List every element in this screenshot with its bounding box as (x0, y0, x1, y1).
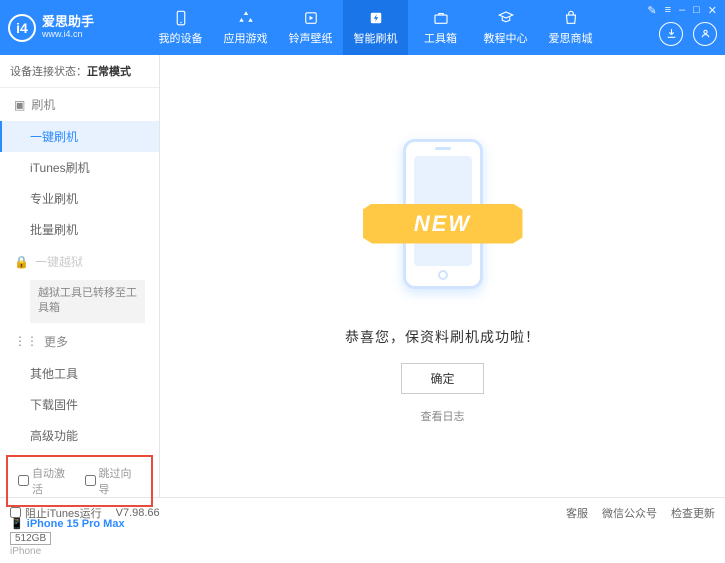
tab-ringtone[interactable]: 铃声壁纸 (278, 0, 343, 55)
app-header: i4 爱思助手 www.i4.cn 我的设备 应用游戏 铃声壁纸 智能刷机 工具… (0, 0, 725, 55)
skip-guide-checkbox[interactable]: 跳过向导 (85, 465, 142, 497)
logo-subtitle: www.i4.cn (42, 30, 94, 40)
sidebar-item-itunes[interactable]: iTunes刷机 (0, 152, 159, 183)
sidebar-item-pro[interactable]: 专业刷机 (0, 183, 159, 214)
block-itunes-checkbox[interactable]: 阻止iTunes运行 (10, 505, 102, 521)
tutorial-icon (497, 9, 515, 27)
flash-section-icon: ▣ (14, 98, 25, 112)
store-icon (562, 9, 580, 27)
tab-flash[interactable]: 智能刷机 (343, 0, 408, 55)
logo: i4 爱思助手 www.i4.cn (8, 14, 148, 42)
device-status: 设备连接状态：正常模式 (0, 55, 159, 88)
nav-tabs: 我的设备 应用游戏 铃声壁纸 智能刷机 工具箱 教程中心 爱思商城 (148, 0, 603, 55)
ok-button[interactable]: 确定 (401, 363, 483, 394)
section-flash[interactable]: ▣ 刷机 (0, 88, 159, 121)
auto-activate-checkbox[interactable]: 自动激活 (18, 465, 75, 497)
download-button[interactable] (659, 22, 683, 46)
ringtone-icon (302, 9, 320, 27)
wechat-link[interactable]: 微信公众号 (602, 505, 657, 521)
minimize-icon[interactable]: – (679, 4, 685, 17)
section-jailbreak[interactable]: 🔒 一键越狱 (0, 245, 159, 278)
options-highlight-box: 自动激活 跳过向导 (6, 455, 153, 507)
tab-apps[interactable]: 应用游戏 (213, 0, 278, 55)
sidebar-item-firmware[interactable]: 下载固件 (0, 389, 159, 420)
feedback-icon[interactable]: ✎ (647, 4, 656, 17)
window-controls: ✎ ≡ – □ ✕ (647, 4, 717, 17)
device-model: iPhone (10, 546, 41, 557)
lock-icon: 🔒 (14, 255, 29, 269)
phone-illustration: NEW (368, 129, 518, 309)
maximize-icon[interactable]: □ (693, 4, 700, 17)
tab-tutorial[interactable]: 教程中心 (473, 0, 538, 55)
toolbox-icon (432, 9, 450, 27)
apps-icon (237, 9, 255, 27)
update-link[interactable]: 检查更新 (671, 505, 715, 521)
more-icon: ⋮⋮ (14, 334, 38, 348)
device-icon (172, 9, 190, 27)
jailbreak-note: 越狱工具已转移至工具箱 (30, 280, 145, 323)
main-content: NEW 恭喜您，保资料刷机成功啦！ 确定 查看日志 (160, 55, 725, 497)
menu-icon[interactable]: ≡ (665, 4, 671, 17)
success-message: 恭喜您，保资料刷机成功啦！ (345, 327, 540, 347)
logo-icon: i4 (8, 14, 36, 42)
close-icon[interactable]: ✕ (708, 4, 717, 17)
user-button[interactable] (693, 22, 717, 46)
sidebar-item-other[interactable]: 其他工具 (0, 358, 159, 389)
sidebar-item-oneclick[interactable]: 一键刷机 (0, 121, 159, 152)
logo-title: 爱思助手 (42, 15, 94, 29)
section-more[interactable]: ⋮⋮ 更多 (0, 325, 159, 358)
tab-store[interactable]: 爱思商城 (538, 0, 603, 55)
new-banner: NEW (363, 204, 523, 244)
sidebar-item-advanced[interactable]: 高级功能 (0, 420, 159, 451)
tab-toolbox[interactable]: 工具箱 (408, 0, 473, 55)
version-label: V7.98.66 (116, 507, 160, 519)
flash-icon (367, 9, 385, 27)
storage-badge: 512GB (10, 532, 51, 545)
tab-my-device[interactable]: 我的设备 (148, 0, 213, 55)
sidebar: 设备连接状态：正常模式 ▣ 刷机 一键刷机 iTunes刷机 专业刷机 批量刷机… (0, 55, 160, 497)
service-link[interactable]: 客服 (566, 505, 588, 521)
view-log-link[interactable]: 查看日志 (421, 408, 465, 424)
sidebar-item-batch[interactable]: 批量刷机 (0, 214, 159, 245)
